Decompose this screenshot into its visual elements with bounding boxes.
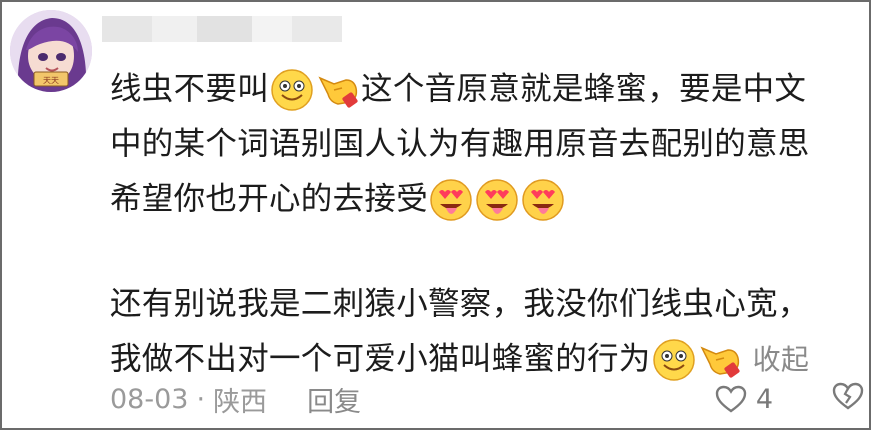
separator-dot: · [196,383,206,415]
like-count: 4 [755,383,773,415]
comment-line-3: 希望你也开心的去接受 [110,172,865,227]
heart-icon [715,385,747,413]
comment-footer: 08-03 · 陕西 回复 4 [110,374,865,424]
username-redacted [102,16,342,42]
smile-emoji-icon [271,68,313,111]
comment-card: 天天 线虫不要叫 这个音原意就是蜂蜜，要是中文 中的某个词语别国人认为有趣用原音… [0,0,871,430]
heart-eyes-tongue-emoji-icon [522,178,564,221]
pointing-hand-emoji-icon [318,76,358,108]
heart-eyes-tongue-emoji-icon [430,178,472,221]
heart-eyes-tongue-emoji-icon [476,178,518,221]
like-button[interactable]: 4 [714,384,773,415]
anime-avatar-icon: 天天 [10,10,92,92]
comment-line-4: 还有别说我是二刺猿小警察，我没你们线虫心宽， [110,277,865,332]
dislike-button[interactable] [831,381,865,418]
comment-text: 中的某个词语别国人认为有趣用原音去配别的意思 [110,126,810,162]
comment-body: 线虫不要叫 这个音原意就是蜂蜜，要是中文 中的某个词语别国人认为有趣用原音去配别… [110,62,865,387]
comment-line-1: 线虫不要叫 这个音原意就是蜂蜜，要是中文 [110,62,865,117]
comment-location: 陕西 [213,386,268,418]
reply-button[interactable]: 回复 [307,380,361,419]
comment-line-2: 中的某个词语别国人认为有趣用原音去配别的意思 [110,117,865,172]
comment-text: 还有别说我是二刺猿小警察，我没你们线虫心宽， [110,286,810,322]
avatar[interactable]: 天天 [10,10,92,92]
comment-text: 希望你也开心的去接受 [110,181,429,217]
comment-text: 线虫不要叫 [110,71,270,107]
comment-date: 08-03 [110,383,189,415]
broken-heart-icon [832,382,864,409]
comment-text: 这个音原意就是蜂蜜，要是中文 [361,71,807,107]
svg-text:天天: 天天 [43,76,59,85]
